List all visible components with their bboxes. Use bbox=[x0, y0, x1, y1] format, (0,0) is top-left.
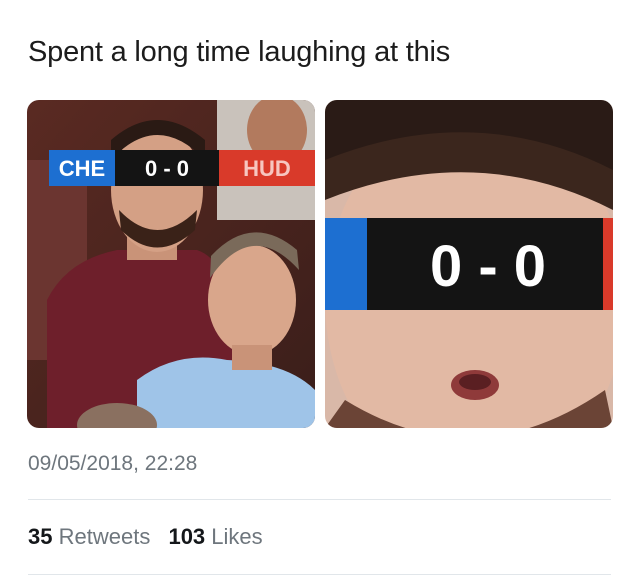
divider-bottom bbox=[28, 574, 611, 575]
zoom-score: 0 - 0 bbox=[430, 234, 546, 299]
divider-top bbox=[28, 499, 611, 500]
scoreboard-away: HUD bbox=[243, 156, 291, 181]
retweets-stat[interactable]: 35 Retweets bbox=[28, 524, 150, 549]
tweet-media[interactable]: CHE 0 - 0 HUD 0 - 0 bbox=[27, 100, 613, 428]
scoreboard-home: CHE bbox=[59, 156, 105, 181]
zoomed-face-photo: 0 - 0 bbox=[325, 100, 613, 428]
tweet-timestamp[interactable]: 09/05/2018, 22:28 bbox=[28, 452, 197, 476]
scoreboard-score: 0 - 0 bbox=[145, 156, 189, 181]
crowd-photo: CHE 0 - 0 HUD bbox=[27, 100, 315, 428]
likes-count: 103 bbox=[168, 524, 206, 549]
zoom-home-panel bbox=[325, 218, 367, 310]
zoom-away-panel bbox=[603, 218, 613, 310]
retweets-label: Retweets bbox=[58, 524, 151, 549]
tweet-stats: 35 Retweets 103 Likes bbox=[28, 524, 275, 550]
media-photo-right[interactable]: 0 - 0 bbox=[325, 100, 613, 428]
likes-stat[interactable]: 103 Likes bbox=[168, 524, 262, 549]
media-photo-left[interactable]: CHE 0 - 0 HUD bbox=[27, 100, 315, 428]
retweets-count: 35 bbox=[28, 524, 53, 549]
tweet-text: Spent a long time laughing at this bbox=[28, 36, 451, 68]
likes-label: Likes bbox=[211, 524, 263, 549]
